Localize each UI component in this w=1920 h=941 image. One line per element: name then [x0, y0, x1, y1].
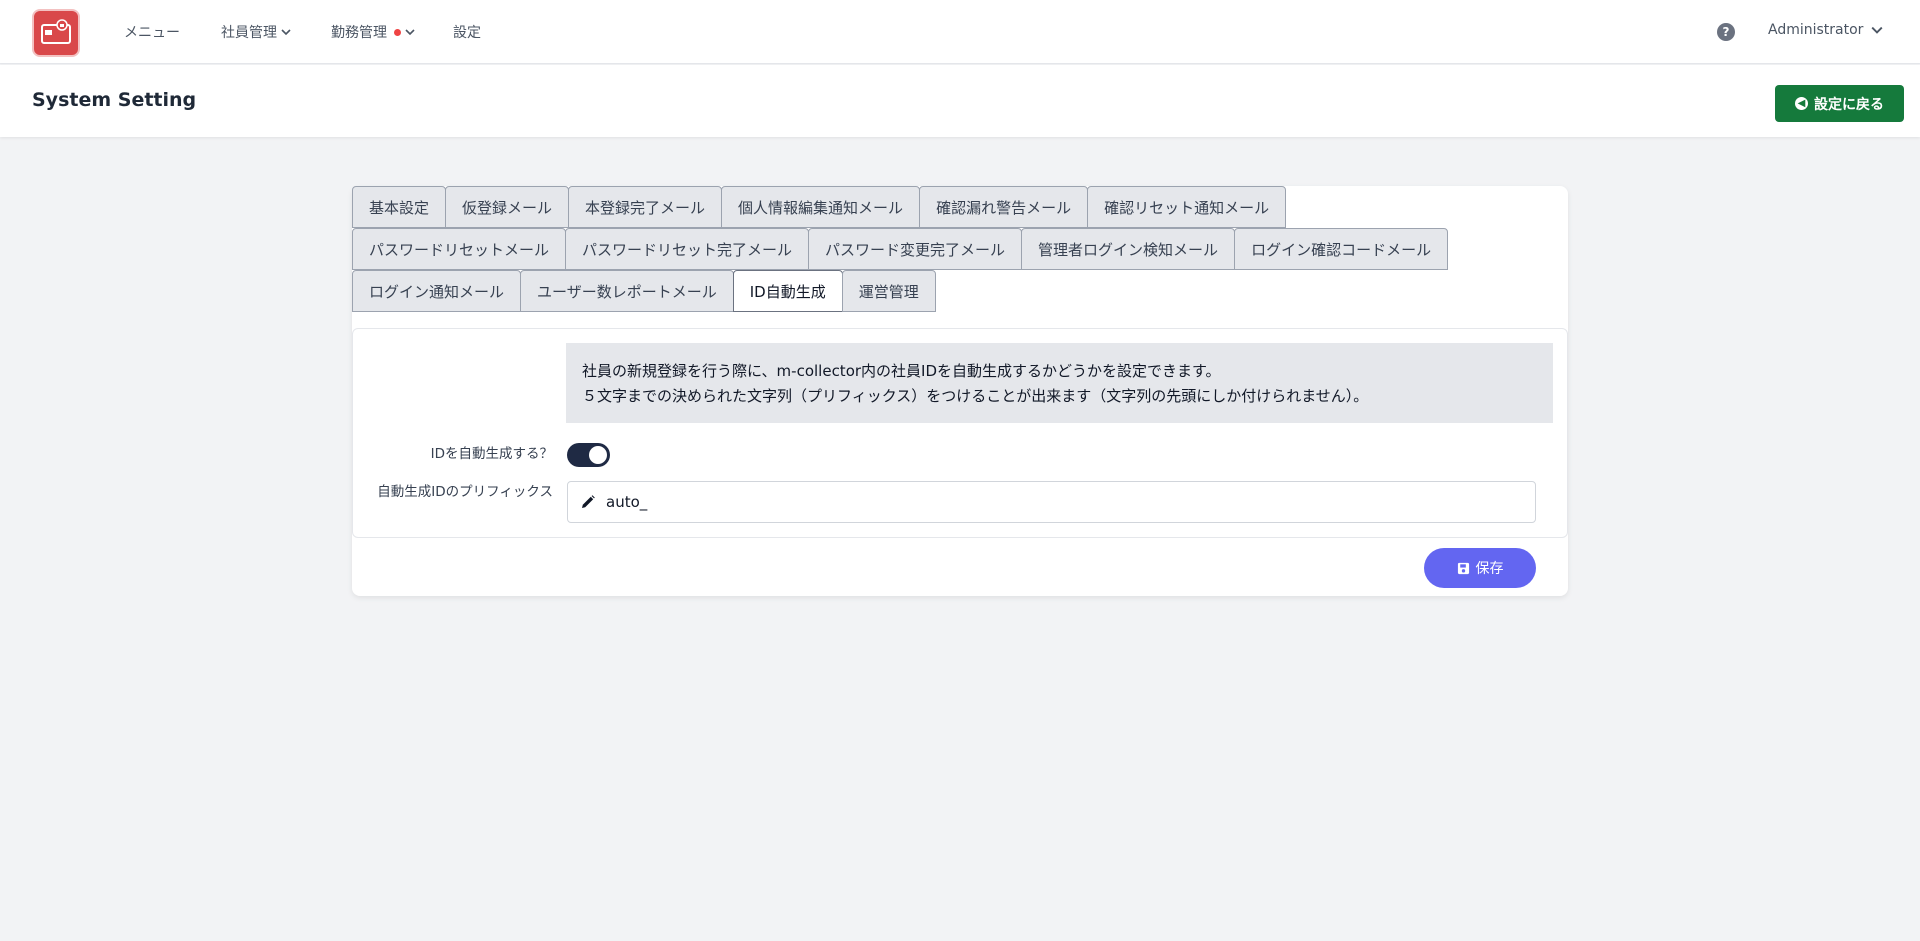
tab-login-notification-mail[interactable]: ログイン通知メール	[352, 270, 522, 312]
tab-row-2: パスワードリセットメール パスワードリセット完了メール パスワード変更完了メール…	[352, 228, 1449, 270]
page-title: System Setting	[32, 89, 197, 111]
help-icon[interactable]: ?	[1717, 23, 1735, 41]
tab-auto-id-generation[interactable]: ID自動生成	[732, 270, 843, 312]
top-navbar: メニュー 社員管理 勤務管理 設定 ? Administrator	[0, 0, 1920, 64]
tab-row-3: ログイン通知メール ユーザー数レポートメール ID自動生成 運営管理	[352, 270, 936, 312]
info-box: 社員の新規登録を行う際に、m-collector内の社員IDを自動生成するかどう…	[566, 343, 1553, 423]
tab-login-code-mail[interactable]: ログイン確認コードメール	[1234, 228, 1449, 270]
tab-basic-settings[interactable]: 基本設定	[352, 186, 447, 228]
nav-attendance-management-label: 勤務管理	[331, 25, 387, 41]
save-icon	[1457, 562, 1469, 574]
app-logo[interactable]	[32, 9, 80, 57]
user-menu[interactable]: Administrator	[1768, 22, 1883, 38]
nav-settings-label: 設定	[453, 25, 481, 41]
notification-dot	[394, 28, 401, 36]
nav-attendance-management[interactable]: 勤務管理	[331, 22, 415, 42]
back-to-settings-button[interactable]: ◀ 設定に戻る	[1775, 85, 1904, 122]
nav-menu-label: メニュー	[124, 25, 180, 41]
tab-row-1: 基本設定 仮登録メール 本登録完了メール 個人情報編集通知メール 確認漏れ警告メ…	[352, 186, 1287, 228]
chevron-down-icon	[1871, 26, 1883, 34]
tab-personal-info-edit-mail[interactable]: 個人情報編集通知メール	[721, 186, 921, 228]
save-button[interactable]: 保存	[1424, 548, 1536, 588]
tab-admin-login-detect-mail[interactable]: 管理者ログイン検知メール	[1021, 228, 1236, 270]
tab-operation-management[interactable]: 運営管理	[841, 270, 936, 312]
auto-id-label: IDを自動生成する？	[430, 446, 553, 462]
nav-menu[interactable]: メニュー	[124, 22, 180, 42]
arrow-left-icon: ◀	[1795, 97, 1808, 110]
info-line-2: ５文字までの決められた文字列（プリフィックス）をつけることが出来ます（文字列の先…	[582, 387, 1369, 405]
pencil-icon	[582, 495, 595, 508]
prefix-field[interactable]	[567, 481, 1536, 523]
page-header: System Setting ◀ 設定に戻る	[0, 65, 1920, 137]
auto-id-panel: 社員の新規登録を行う際に、m-collector内の社員IDを自動生成するかどう…	[352, 328, 1568, 538]
auto-id-toggle[interactable]	[567, 443, 610, 467]
tab-user-count-report-mail[interactable]: ユーザー数レポートメール	[520, 270, 734, 312]
chevron-down-icon	[281, 29, 291, 36]
back-to-settings-label: 設定に戻る	[1814, 96, 1884, 113]
tab-password-reset-mail[interactable]: パスワードリセットメール	[352, 228, 567, 270]
chevron-down-icon	[405, 29, 415, 36]
save-label: 保存	[1475, 561, 1504, 577]
settings-card: 基本設定 仮登録メール 本登録完了メール 個人情報編集通知メール 確認漏れ警告メ…	[352, 186, 1568, 596]
user-name: Administrator	[1768, 22, 1864, 38]
info-line-1: 社員の新規登録を行う際に、m-collector内の社員IDを自動生成するかどう…	[582, 362, 1221, 380]
toggle-knob	[589, 446, 607, 464]
prefix-input[interactable]	[606, 493, 1506, 511]
prefix-label: 自動生成IDのプリフィックス	[377, 484, 553, 500]
tab-password-change-complete-mail[interactable]: パスワード変更完了メール	[808, 228, 1023, 270]
tab-confirmation-reset-mail[interactable]: 確認リセット通知メール	[1087, 186, 1287, 228]
nav-employee-management[interactable]: 社員管理	[221, 22, 291, 42]
tab-password-reset-complete-mail[interactable]: パスワードリセット完了メール	[565, 228, 810, 270]
nav-settings[interactable]: 設定	[453, 22, 481, 42]
tab-provisional-registration-mail[interactable]: 仮登録メール	[445, 186, 570, 228]
tab-registration-complete-mail[interactable]: 本登録完了メール	[568, 186, 723, 228]
tab-missed-confirmation-mail[interactable]: 確認漏れ警告メール	[919, 186, 1089, 228]
nav-employee-management-label: 社員管理	[221, 25, 277, 41]
logo-icon	[41, 19, 71, 44]
